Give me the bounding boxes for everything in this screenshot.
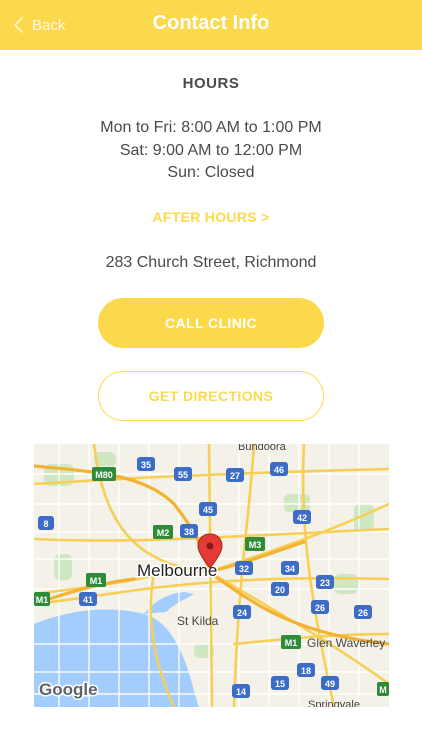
get-directions-button[interactable]: GET DIRECTIONS [98,371,324,421]
suburb-label: Glen Waverley [307,636,385,650]
motorway-shield: M1 [34,592,50,606]
svg-text:8: 8 [43,519,48,529]
svg-text:32: 32 [239,564,249,574]
route-shield: 15 [271,676,289,690]
page-title: Contact Info [152,12,270,34]
route-shield: 26 [311,600,329,614]
svg-text:M2: M2 [157,528,170,538]
svg-text:15: 15 [275,679,285,689]
svg-text:41: 41 [83,595,93,605]
svg-text:23: 23 [320,578,330,588]
route-shield: 38 [180,524,198,538]
after-hours-link[interactable]: AFTER HOURS > [0,209,422,225]
svg-text:M1: M1 [90,576,103,586]
svg-text:49: 49 [325,679,335,689]
svg-text:20: 20 [275,585,285,595]
route-shield: 20 [271,582,289,596]
route-shield: 55 [174,467,192,481]
google-logo: Google [39,680,98,699]
svg-text:M3: M3 [249,540,262,550]
route-shield: 23 [316,575,334,589]
svg-text:45: 45 [203,505,213,515]
suburb-label: St Kilda [177,614,219,628]
svg-text:26: 26 [315,603,325,613]
svg-text:18: 18 [301,666,311,676]
svg-text:M: M [379,685,387,695]
svg-text:35: 35 [141,460,151,470]
route-shield: 32 [235,561,253,575]
hours-weekday: Mon to Fri: 8:00 AM to 1:00 PM [100,119,322,136]
route-shield: 26 [354,605,372,619]
svg-text:14: 14 [236,687,246,697]
suburb-label: Bundoora [238,444,287,453]
city-label: Melbourne [137,561,217,580]
route-shield: 46 [270,462,288,476]
motorway-shield: M2 [153,525,173,539]
motorway-shield: M [377,682,389,696]
svg-text:38: 38 [184,527,194,537]
route-shield: 42 [293,510,311,524]
svg-text:26: 26 [358,608,368,618]
route-shield: 8 [38,516,54,530]
hours-sunday: Sun: Closed [167,164,255,181]
call-clinic-button[interactable]: CALL CLINIC [98,298,324,348]
svg-text:24: 24 [237,608,247,618]
hours-heading: HOURS [182,75,240,92]
svg-text:M1: M1 [36,595,49,605]
svg-text:46: 46 [274,465,284,475]
motorway-shield: M1 [86,573,106,587]
route-shield: 18 [297,663,315,677]
hours-saturday: Sat: 9:00 AM to 12:00 PM [119,142,303,159]
route-shield: 35 [137,457,155,471]
svg-text:M80: M80 [95,470,113,480]
svg-text:M1: M1 [285,638,298,648]
motorway-shield: M80 [92,467,116,481]
route-shield: 41 [79,592,97,606]
svg-text:55: 55 [178,470,188,480]
map-view[interactable]: 35 55 27 46 45 42 38 32 34 20 23 24 26 2… [34,444,389,707]
route-shield: 27 [226,468,244,482]
motorway-shield: M3 [245,537,265,551]
suburb-label: Springvale [308,699,360,707]
motorway-shield: M1 [281,635,301,649]
svg-text:27: 27 [230,471,240,481]
svg-text:34: 34 [285,564,295,574]
svg-text:42: 42 [297,513,307,523]
header-bar: Back Contact Info [0,0,422,50]
route-shield: 14 [232,684,250,698]
route-shield: 49 [321,676,339,690]
route-shield: 45 [199,502,217,516]
clinic-address: 283 Church Street, Richmond [105,254,317,271]
route-shield: 34 [281,561,299,575]
route-shield: 24 [233,605,251,619]
